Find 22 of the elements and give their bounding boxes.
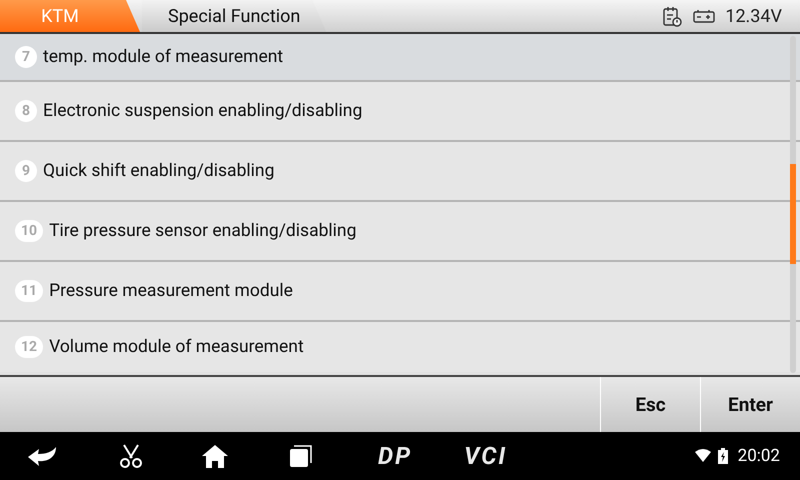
- home-icon[interactable]: [200, 443, 230, 469]
- item-number: 7: [15, 46, 37, 68]
- clock-time: 20:02: [738, 446, 780, 466]
- app-logo[interactable]: VCI: [464, 442, 508, 470]
- report-icon[interactable]: [661, 5, 684, 27]
- scrollbar[interactable]: [790, 36, 796, 373]
- function-item[interactable]: 8 Electronic suspension enabling/disabling: [0, 82, 800, 142]
- wifi-icon: [694, 449, 712, 463]
- function-item[interactable]: 11 Pressure measurement module: [0, 262, 800, 322]
- item-number: 8: [15, 100, 37, 122]
- voltage-reading: 12.34V: [725, 6, 782, 26]
- item-number: 9: [15, 160, 37, 182]
- app-logo[interactable]: DP: [378, 442, 412, 470]
- function-item[interactable]: 10 Tire pressure sensor enabling/disabling: [0, 202, 800, 262]
- item-number: 12: [15, 336, 44, 358]
- item-number: 11: [15, 280, 44, 302]
- function-item[interactable]: 9 Quick shift enabling/disabling: [0, 142, 800, 202]
- item-number: 10: [15, 220, 44, 242]
- function-item[interactable]: 7 temp. module of measurement: [0, 34, 800, 82]
- battery-icon: [693, 8, 716, 24]
- function-item[interactable]: 12 Volume module of measurement: [0, 322, 800, 372]
- battery-charging-icon: [718, 448, 728, 464]
